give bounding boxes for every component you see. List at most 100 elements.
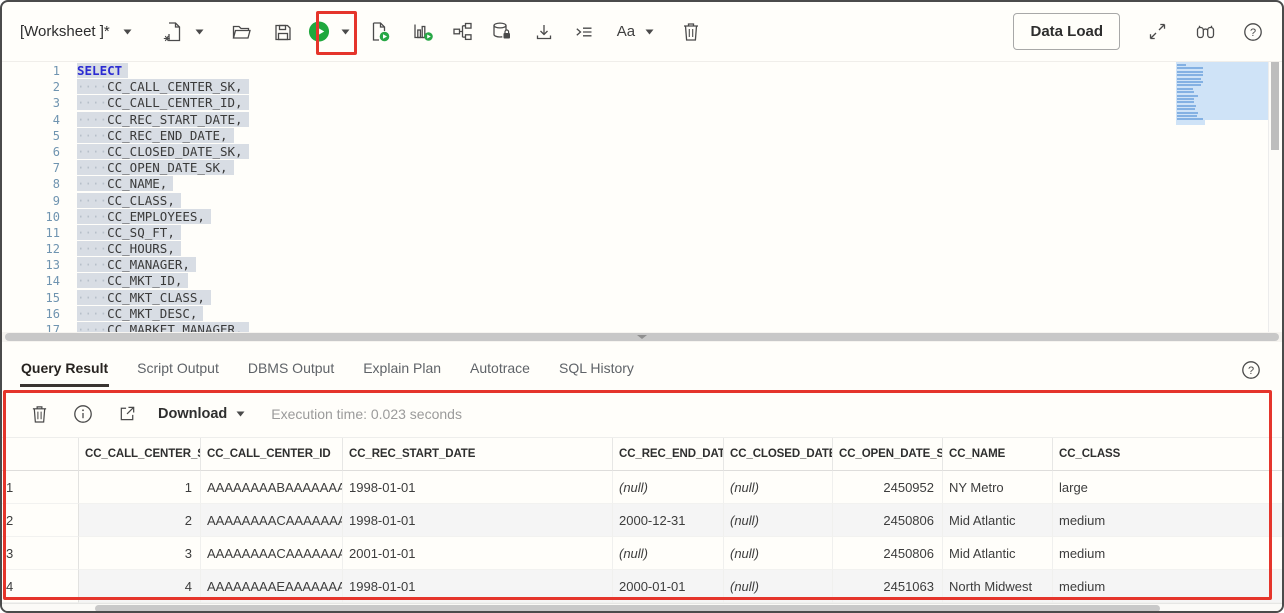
panel-splitter[interactable] (2, 332, 1282, 342)
table-cell[interactable]: 2001-01-01 (343, 537, 613, 570)
code-line[interactable]: 9 ····CC_CLASS, (2, 192, 1282, 209)
tab-sql-history[interactable]: SQL History (558, 345, 635, 387)
data-load-button[interactable]: Data Load (1013, 13, 1120, 50)
table-cell[interactable]: medium (1053, 537, 1282, 570)
column-header-cc_name[interactable]: CC_NAME (943, 438, 1053, 471)
table-cell[interactable]: AAAAAAAAEAAAAAAA (201, 570, 343, 603)
table-cell[interactable]: 1998-01-01 (343, 504, 613, 537)
find-button[interactable] (1194, 21, 1216, 43)
table-cell[interactable]: 1 (79, 471, 201, 504)
database-lock-button[interactable] (491, 21, 513, 43)
clear-worksheet-button[interactable] (680, 21, 702, 43)
table-cell[interactable]: (null) (724, 570, 833, 603)
worksheet-selector[interactable]: [Worksheet ]* (20, 23, 132, 40)
code-line[interactable]: 4 ····CC_REC_START_DATE, (2, 111, 1282, 128)
explain-plan-button[interactable] (452, 21, 474, 43)
code-line[interactable]: 2 ····CC_CALL_CENTER_SK, (2, 79, 1282, 95)
table-cell[interactable]: 2450952 (833, 471, 943, 504)
maximize-button[interactable] (1146, 21, 1168, 43)
run-statement-button[interactable] (308, 21, 330, 43)
download-menu[interactable]: Download (158, 406, 245, 422)
column-header-cc_rec_start_date[interactable]: CC_REC_START_DATE (343, 438, 613, 471)
font-size-selector[interactable]: Aa (617, 23, 654, 40)
download-editor-button[interactable] (533, 21, 555, 43)
sql-editor[interactable]: 1 SELECT 2 ····CC_CALL_CENTER_SK, 3 ····CC_CA… (2, 62, 1282, 332)
code-line[interactable]: 11 ····CC_SQ_FT, (2, 224, 1282, 241)
table-cell[interactable]: (null) (724, 504, 833, 537)
table-cell[interactable]: 2450806 (833, 537, 943, 570)
code-line[interactable]: 5 ····CC_REC_END_DATE, (2, 127, 1282, 144)
format-button[interactable] (573, 21, 595, 43)
tab-dbms-output[interactable]: DBMS Output (247, 345, 335, 387)
splitter-collapse-icon[interactable] (637, 335, 647, 339)
table-cell[interactable]: medium (1053, 570, 1282, 603)
save-button[interactable] (272, 21, 294, 43)
run-menu-button[interactable] (340, 21, 352, 43)
help-button[interactable]: ? (1242, 21, 1264, 43)
code-line[interactable]: 14 ····CC_MKT_ID, (2, 273, 1282, 289)
scrollbar-thumb[interactable] (95, 605, 1160, 611)
column-header-cc_call_center_sk[interactable]: CC_CALL_CENTER_SK (79, 438, 201, 471)
row-number-cell[interactable]: 2 (2, 504, 79, 537)
table-cell[interactable]: (null) (613, 471, 724, 504)
column-header-cc_class[interactable]: CC_CLASS (1053, 438, 1282, 471)
result-info-button[interactable] (72, 403, 94, 425)
column-header-cc_open_date_sk[interactable]: CC_OPEN_DATE_SK (833, 438, 943, 471)
table-cell[interactable]: 2000-12-31 (613, 504, 724, 537)
new-worksheet-menu-button[interactable] (194, 21, 206, 43)
scrollbar-thumb[interactable] (1271, 62, 1279, 150)
table-cell[interactable]: 2451063 (833, 570, 943, 603)
row-number-cell[interactable]: 3 (2, 537, 79, 570)
autotrace-button[interactable] (412, 21, 434, 43)
row-number-cell[interactable]: 1 (2, 471, 79, 504)
table-cell[interactable]: (null) (724, 537, 833, 570)
table-cell[interactable]: NY Metro (943, 471, 1053, 504)
table-cell[interactable]: large (1053, 471, 1282, 504)
table-cell[interactable]: AAAAAAAACAAAAAAA (201, 504, 343, 537)
table-cell[interactable]: (null) (724, 471, 833, 504)
grid-horizontal-scrollbar[interactable] (2, 603, 1282, 611)
code-line[interactable]: 3 ····CC_CALL_CENTER_ID, (2, 95, 1282, 111)
table-cell[interactable]: 2 (79, 504, 201, 537)
code-line[interactable]: 7 ····CC_OPEN_DATE_SK, (2, 160, 1282, 176)
code-line[interactable]: 16 ····CC_MKT_DESC, (2, 305, 1282, 322)
column-header-cc_call_center_id[interactable]: CC_CALL_CENTER_ID (201, 438, 343, 471)
editor-vertical-scrollbar[interactable] (1268, 62, 1280, 332)
row-number-cell[interactable]: 4 (2, 570, 79, 603)
svg-text:?: ? (1250, 27, 1256, 39)
table-cell[interactable]: Mid Atlantic (943, 537, 1053, 570)
table-cell[interactable]: 3 (79, 537, 201, 570)
table-cell[interactable]: 4 (79, 570, 201, 603)
code-line[interactable]: 15 ····CC_MKT_CLASS, (2, 289, 1282, 306)
table-cell[interactable]: 1998-01-01 (343, 471, 613, 504)
tab-query-result[interactable]: Query Result (20, 345, 110, 387)
column-header-cc_closed_date_sk[interactable]: CC_CLOSED_DATE_SK (724, 438, 833, 471)
code-line[interactable]: 17 ····CC_MARKET_MANAGER, (2, 322, 1282, 332)
open-file-button[interactable] (230, 21, 252, 43)
result-help-button[interactable]: ? (1240, 359, 1262, 381)
code-line[interactable]: 6 ····CC_CLOSED_DATE_SK, (2, 143, 1282, 160)
tab-autotrace[interactable]: Autotrace (469, 345, 531, 387)
run-script-button[interactable] (370, 21, 392, 43)
table-cell[interactable]: medium (1053, 504, 1282, 537)
editor-minimap[interactable] (1176, 62, 1268, 328)
open-in-new-tab-button[interactable] (116, 403, 138, 425)
table-cell[interactable]: 1998-01-01 (343, 570, 613, 603)
table-cell[interactable]: AAAAAAAABAAAAAAA (201, 471, 343, 504)
table-cell[interactable]: (null) (613, 537, 724, 570)
code-line[interactable]: 10 ····CC_EMPLOYEES, (2, 208, 1282, 225)
discard-result-button[interactable] (28, 403, 50, 425)
table-cell[interactable]: 2450806 (833, 504, 943, 537)
table-cell[interactable]: 2000-01-01 (613, 570, 724, 603)
code-line[interactable]: 1 SELECT (2, 63, 1282, 79)
code-line[interactable]: 8 ····CC_NAME, (2, 176, 1282, 192)
code-line[interactable]: 12 ····CC_HOURS, (2, 241, 1282, 257)
table-cell[interactable]: North Midwest (943, 570, 1053, 603)
code-line[interactable]: 13 ····CC_MANAGER, (2, 257, 1282, 273)
table-cell[interactable]: AAAAAAAACAAAAAAA (201, 537, 343, 570)
tab-script-output[interactable]: Script Output (136, 345, 220, 387)
table-cell[interactable]: Mid Atlantic (943, 504, 1053, 537)
tab-explain-plan[interactable]: Explain Plan (362, 345, 442, 387)
new-worksheet-button[interactable] (162, 21, 184, 43)
column-header-cc_rec_end_date[interactable]: CC_REC_END_DATE (613, 438, 724, 471)
